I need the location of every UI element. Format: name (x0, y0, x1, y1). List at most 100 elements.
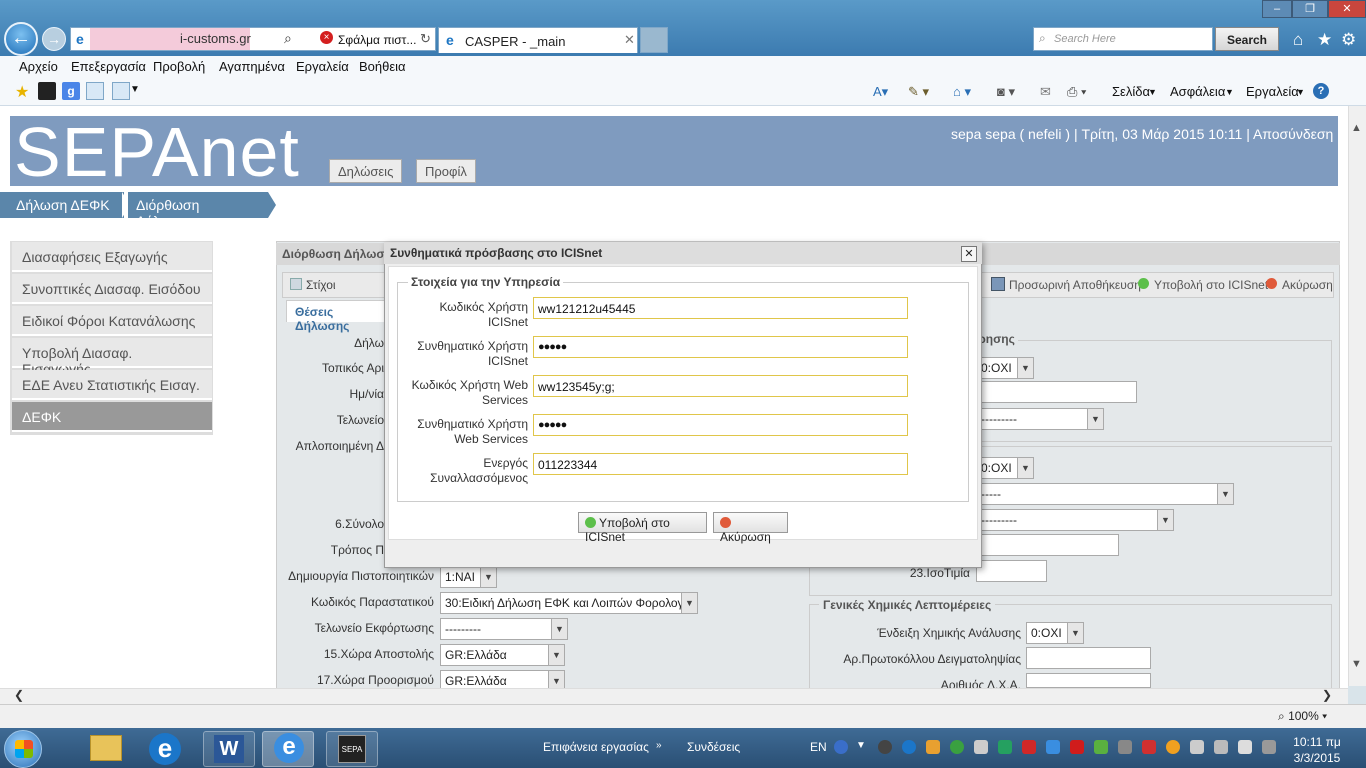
page-icon[interactable] (86, 82, 104, 100)
scroll-right-icon[interactable]: ❯ (1322, 688, 1332, 702)
help-tray-icon[interactable] (834, 740, 848, 754)
sidebar-item-excise[interactable]: Ειδικοί Φόροι Κατανάλωσης (12, 306, 212, 336)
tab-profile[interactable]: Προφίλ (416, 159, 476, 183)
tray-icon-11[interactable] (1094, 740, 1108, 754)
taskbar-desktop[interactable]: Επιφάνεια εργασίας (543, 740, 649, 754)
chrome-tray-icon[interactable] (950, 740, 964, 754)
favbar-dropdown-icon[interactable]: ▼ (130, 84, 140, 95)
sidebar-item-ede[interactable]: ΕΔΕ Ανευ Στατιστικής Εισαγ. (12, 370, 212, 400)
right-select-1[interactable]: 0:ΟΧΙ ▼ (976, 357, 1034, 379)
exchange-rate-input[interactable] (976, 560, 1047, 582)
tray-icon-18[interactable] (1262, 740, 1276, 754)
language-indicator[interactable]: EN (810, 740, 827, 754)
zoom-level[interactable]: ⌕ 100% ▾ (1278, 709, 1327, 724)
tray-icon-15[interactable] (1190, 740, 1204, 754)
volume-tray-icon[interactable] (1238, 740, 1252, 754)
dispatch-country-select[interactable]: GR:Ελλάδα ▼ (440, 644, 565, 666)
tab-declarations[interactable]: Δηλώσεις (329, 159, 403, 183)
toolbar-tools[interactable]: Εργαλεία (1246, 84, 1299, 99)
scroll-up-icon[interactable]: ▲ (1351, 122, 1362, 134)
vertical-scrollbar[interactable] (1348, 106, 1366, 686)
sidebar-item-defk[interactable]: ΔΕΦΚ (12, 402, 212, 432)
dxa-input[interactable] (1026, 673, 1151, 688)
tools-dropdown-icon[interactable]: ▼ (1296, 87, 1305, 97)
address-text[interactable]: i-customs.gr (180, 31, 251, 46)
feeds-icon[interactable]: ◙ ▾ (997, 84, 1015, 100)
error-tab-label[interactable]: Σφάλμα πιστ... (338, 33, 416, 47)
favorites-icon[interactable]: ★ (15, 82, 29, 102)
temp-save-button[interactable]: Προσωρινή Αποθήκευση (1009, 278, 1141, 292)
search-button[interactable]: Search (1215, 27, 1279, 51)
right-select-2[interactable]: --------- ▼ (976, 408, 1104, 430)
unloading-office-select[interactable]: --------- ▼ (440, 618, 568, 640)
update-tray-icon[interactable] (1166, 740, 1180, 754)
protocol-input[interactable] (1026, 647, 1151, 669)
bookmark-icon[interactable] (38, 82, 56, 100)
menu-file[interactable]: Αρχείο (19, 59, 58, 74)
toolbar-safety[interactable]: Ασφάλεια (1170, 84, 1225, 99)
icisnet-user-input[interactable]: ww121212u45445 (533, 297, 908, 319)
sidebar-item-summary[interactable]: Συνοπτικές Διασαφ. Εισόδου (12, 274, 212, 304)
tray-icon-12[interactable] (1118, 740, 1132, 754)
sidebar-item-import[interactable]: Υποβολή Διασαφ. Εισαγωγής (12, 338, 212, 377)
translate-icon[interactable]: A▾ (873, 84, 888, 100)
active-trader-input[interactable]: 011223344 (533, 453, 908, 475)
menu-favorites[interactable]: Αγαπημένα (219, 59, 285, 74)
toolbar-page[interactable]: Σελίδα (1112, 84, 1150, 99)
new-tab-button[interactable] (640, 27, 668, 53)
settings-gear-icon[interactable]: ⚙ (1341, 30, 1356, 50)
horizontal-scrollbar[interactable] (0, 688, 1348, 704)
desktop-chevron-icon[interactable]: » (656, 740, 662, 751)
dialog-cancel-button[interactable]: Ακύρωση (713, 512, 788, 544)
google-icon[interactable]: g (62, 82, 80, 100)
tab-close-icon[interactable]: ✕ (624, 32, 635, 48)
taskbar-clock[interactable]: 10:11 πμ 3/3/2015 (1288, 734, 1346, 766)
mail-icon[interactable]: ✉ (1040, 84, 1051, 100)
acrobat-tray-icon[interactable] (1070, 740, 1084, 754)
scroll-down-icon[interactable]: ▼ (1351, 658, 1362, 670)
dialog-close-button[interactable]: ✕ (961, 246, 977, 262)
breadcrumb-defk[interactable]: Δήλωση ΔΕΦΚ (0, 192, 124, 218)
tab-title[interactable]: CASPER - _main (465, 34, 565, 49)
page-dropdown-icon[interactable]: ▼ (1148, 87, 1157, 97)
close-window-button[interactable]: ✕ (1328, 0, 1366, 18)
forward-button[interactable]: → (42, 27, 66, 51)
pen-icon[interactable]: ✎ ▾ (908, 84, 929, 100)
tray-expand-icon[interactable]: ▼ (856, 740, 866, 751)
ie-page-icon[interactable] (112, 82, 130, 100)
minimize-button[interactable]: – (1262, 0, 1292, 18)
home-icon[interactable]: ⌂ (1293, 30, 1303, 50)
tray-icon-13[interactable] (1142, 740, 1156, 754)
chem-analysis-select[interactable]: 0:ΟΧΙ ▼ (1026, 622, 1084, 644)
right-select-5[interactable]: --------- ▼ (976, 509, 1174, 531)
scroll-left-icon[interactable]: ❮ (14, 688, 24, 702)
ws-password-input[interactable]: ●●●●● (533, 414, 908, 436)
refresh-icon[interactable]: ↻ (420, 31, 431, 47)
network-tray-icon[interactable] (1214, 740, 1228, 754)
print-icon[interactable]: ⎙ ▾ (1067, 84, 1086, 100)
tab-stixoi[interactable]: Στίχοι (306, 278, 336, 292)
right-input-2[interactable] (976, 534, 1119, 556)
breadcrumb-edit[interactable]: Διόρθωση Δήλωσης (128, 192, 268, 229)
favorites-star-icon[interactable]: ★ (1317, 30, 1332, 50)
tray-icon-8[interactable] (1022, 740, 1036, 754)
document-code-select[interactable]: 30:Ειδική Δήλωση ΕΦΚ και Λοιπών Φορολογι… (440, 592, 698, 614)
search-icon[interactable]: ⌕ (284, 30, 292, 47)
tray-ie-icon[interactable] (902, 740, 916, 754)
tab-theseis[interactable]: Θέσεις Δήλωσης (286, 300, 386, 333)
ie-taskbar-icon[interactable]: e (149, 733, 181, 765)
menu-view[interactable]: Προβολή (153, 59, 205, 74)
home-toolbar-icon[interactable]: ⌂ ▾ (953, 84, 971, 100)
tray-icon-1[interactable] (878, 740, 892, 754)
ws-user-input[interactable]: ww123545y;g; (533, 375, 908, 397)
tray-icon-9[interactable] (1046, 740, 1060, 754)
right-select-3[interactable]: 0:ΟΧΙ ▼ (976, 457, 1034, 479)
icisnet-password-input[interactable]: ●●●●● (533, 336, 908, 358)
menu-help[interactable]: Βοήθεια (359, 59, 406, 74)
right-input-1[interactable] (976, 381, 1137, 403)
right-select-4[interactable]: ----- ▼ (976, 483, 1234, 505)
back-button[interactable]: ← (4, 22, 38, 56)
submit-icisnet-link[interactable]: Υποβολή στο ICISnet (1154, 278, 1268, 292)
cancel-link[interactable]: Ακύρωση (1282, 278, 1333, 292)
tray-bell-icon[interactable] (974, 740, 988, 754)
